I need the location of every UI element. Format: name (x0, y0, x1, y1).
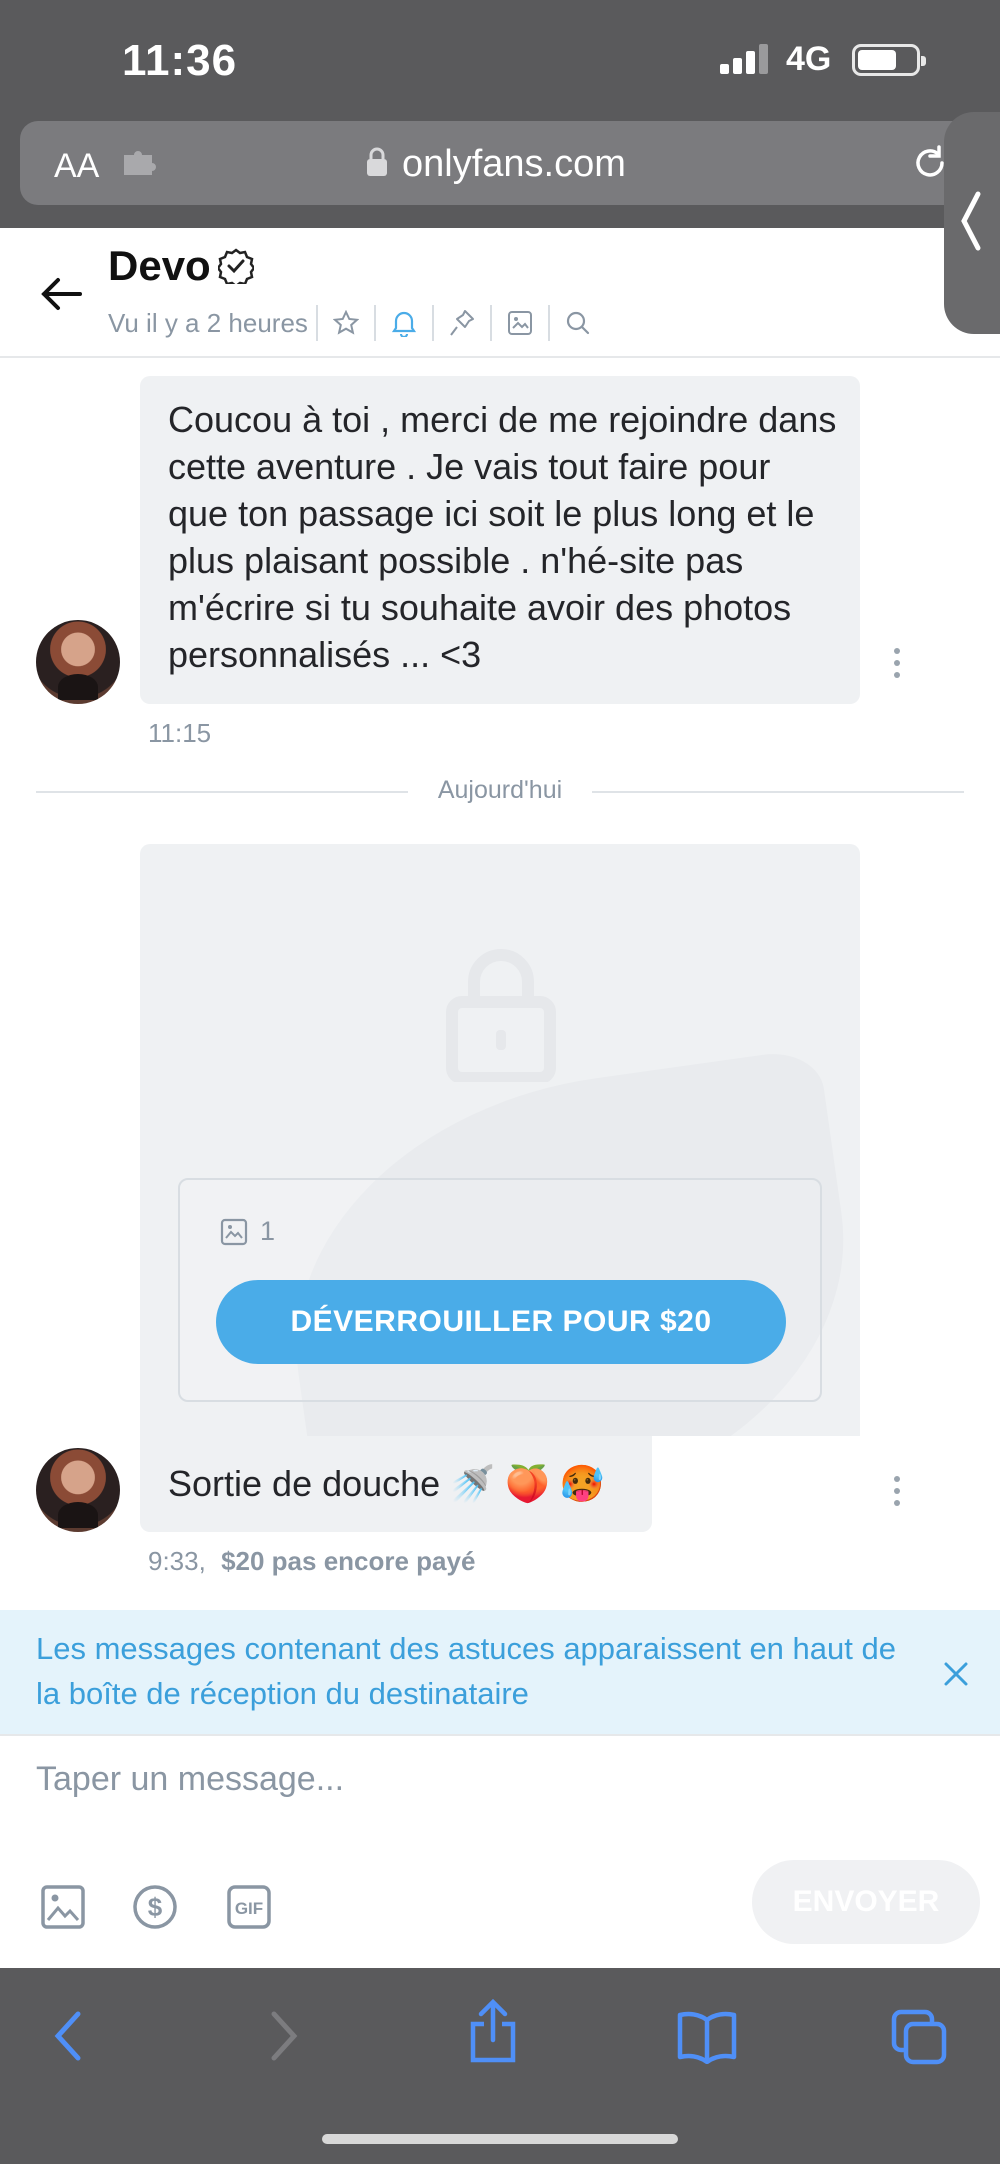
bell-icon[interactable] (376, 302, 432, 344)
home-indicator (322, 2134, 678, 2144)
text-size-button[interactable]: AA (54, 147, 99, 186)
message-text: Coucou à toi , merci de me rejoindre dan… (168, 399, 837, 675)
hot-face-emoji: 🥵 (559, 1463, 605, 1504)
image-icon[interactable] (40, 1884, 86, 1930)
pin-icon[interactable] (434, 302, 490, 344)
more-options-icon[interactable] (892, 1476, 902, 1512)
dollar-icon[interactable]: $ (132, 1884, 178, 1930)
message-composer: Taper un message... $ GIF ENVOYER (0, 1734, 1000, 1968)
star-icon[interactable] (318, 302, 374, 344)
search-icon[interactable] (550, 302, 606, 344)
message-bubble[interactable]: Sortie de douche 🚿 🍑 🥵 (140, 1436, 652, 1532)
caption-text: Sortie de douche (168, 1463, 441, 1504)
back-icon[interactable] (50, 2008, 86, 2064)
media-count-value: 1 (260, 1216, 276, 1246)
svg-text:$: $ (148, 1892, 163, 1922)
peach-emoji: 🍑 (505, 1463, 550, 1504)
gif-icon[interactable]: GIF (226, 1884, 272, 1930)
avatar[interactable] (36, 620, 120, 704)
locked-media-card: 1 DÉVERROUILLER POUR $20 (140, 844, 860, 1436)
send-button[interactable]: ENVOYER (752, 1860, 980, 1944)
lock-icon (446, 949, 556, 1082)
side-panel-handle[interactable] (944, 112, 1000, 334)
lock-icon (367, 147, 387, 176)
day-divider-label: Aujourd'hui (437, 776, 563, 804)
message-time: 11:15 (148, 718, 212, 748)
media-count: 1 (220, 1216, 275, 1247)
image-icon (220, 1218, 248, 1245)
payment-status: $20 pas encore payé (221, 1546, 476, 1576)
day-divider: Aujourd'hui (36, 776, 964, 806)
tabs-icon[interactable] (890, 2008, 948, 2066)
bookmarks-icon[interactable] (676, 2008, 738, 2064)
last-seen-status: Vu il y a 2 heures (108, 308, 308, 338)
avatar[interactable] (36, 1448, 120, 1532)
message-input[interactable]: Taper un message... (36, 1760, 344, 1799)
browser-chrome: AA onlyfans.com (0, 118, 1000, 228)
url-domain: onlyfans.com (402, 143, 626, 185)
message-meta: 9:33, $20 pas encore payé (148, 1546, 475, 1577)
tips-info-banner: Les messages contenant des astuces appar… (0, 1610, 1000, 1734)
chat-header: Devo Vu il y a 2 heures (0, 228, 1000, 358)
shower-emoji: 🚿 (450, 1463, 496, 1504)
image-icon[interactable] (492, 302, 548, 344)
extension-icon[interactable] (122, 151, 158, 177)
message-time: 9:33, (148, 1546, 206, 1576)
tips-banner-text: Les messages contenant des astuces appar… (36, 1631, 896, 1711)
contact-name[interactable]: Devo (108, 242, 211, 290)
message-bubble[interactable]: Coucou à toi , merci de me rejoindre dan… (140, 376, 860, 704)
battery-icon (852, 44, 926, 76)
unlock-button[interactable]: DÉVERROUILLER POUR $20 (216, 1280, 786, 1364)
status-bar: 11:36 4G (0, 0, 1000, 118)
back-arrow-icon[interactable] (36, 268, 88, 320)
network-label: 4G (786, 40, 832, 78)
svg-text:GIF: GIF (235, 1899, 263, 1918)
chat-toolbar (316, 302, 606, 344)
status-time: 11:36 (122, 36, 238, 85)
message-caption: Sortie de douche 🚿 🍑 🥵 (168, 1460, 605, 1507)
chevron-left-icon (961, 191, 981, 251)
signal-icon (720, 44, 772, 74)
forward-icon[interactable] (266, 2008, 302, 2064)
more-options-icon[interactable] (892, 648, 902, 684)
address-bar[interactable]: AA onlyfans.com (20, 121, 980, 205)
close-icon[interactable] (942, 1660, 970, 1688)
share-icon[interactable] (468, 1998, 518, 2064)
verified-badge-icon (218, 248, 254, 284)
unlock-panel: 1 DÉVERROUILLER POUR $20 (178, 1178, 822, 1402)
